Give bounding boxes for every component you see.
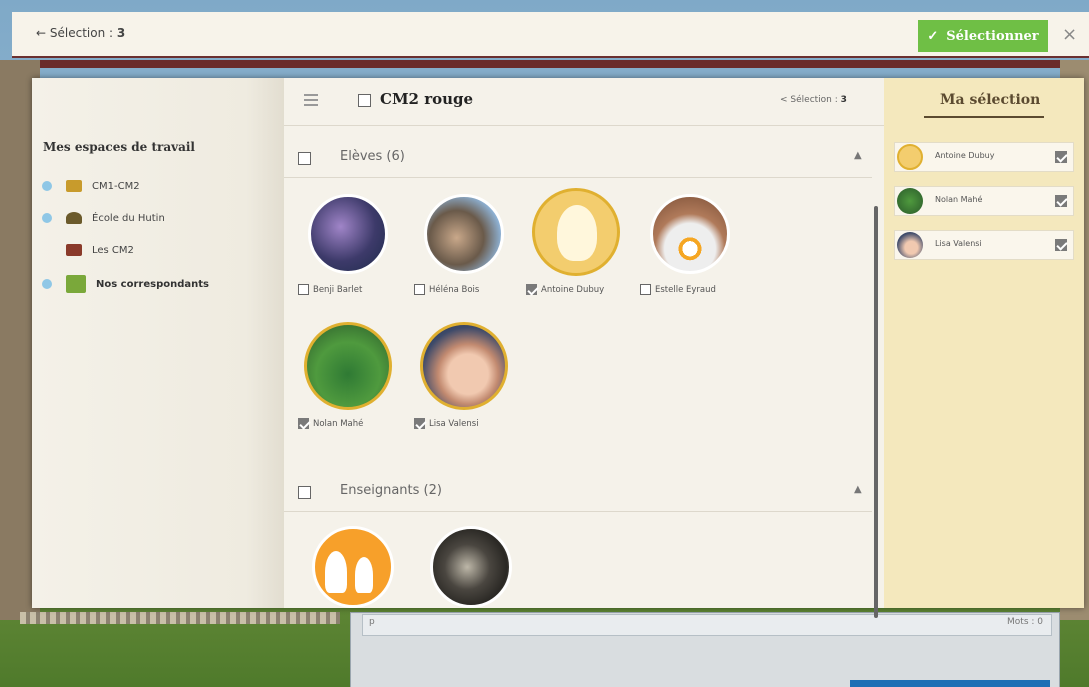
student-checkbox[interactable]	[414, 284, 425, 295]
workspaces-pane: Mes espaces de travail CM1-CM2 École du …	[32, 78, 284, 608]
student-card[interactable]: Antoine Dubuy	[526, 188, 636, 298]
student-checkbox[interactable]	[640, 284, 651, 295]
teacher-card[interactable]	[430, 526, 540, 636]
background-fence	[20, 612, 340, 624]
workspace-label: Nos correspondants	[96, 278, 209, 290]
student-checkbox[interactable]	[298, 418, 309, 429]
back-arrow-icon: ←	[36, 26, 50, 40]
background-blue-bar	[850, 680, 1050, 687]
class-select-all-checkbox[interactable]	[358, 94, 371, 107]
background-stripe	[0, 60, 1089, 68]
student-name-row: Benji Barlet	[298, 284, 362, 295]
my-selection-pane: Ma sélection Antoine Dubuy Nolan Mahé Li…	[884, 78, 1084, 608]
teacher-card[interactable]	[312, 526, 422, 636]
school-icon	[66, 212, 82, 224]
student-name-row: Héléna Bois	[414, 284, 479, 295]
menu-icon[interactable]	[304, 94, 318, 106]
avatar	[312, 526, 394, 608]
student-checkbox[interactable]	[298, 284, 309, 295]
avatar	[897, 232, 923, 258]
class-title: CM2 rouge	[380, 90, 474, 108]
workspace-label: Les CM2	[92, 244, 134, 256]
class-members-pane: CM2 rouge < Sélection : 3 Elèves (6) ▲ B…	[284, 78, 884, 608]
workspace-label: CM1-CM2	[92, 180, 140, 192]
class-icon	[66, 180, 82, 192]
back-label: Sélection :	[49, 26, 114, 40]
workspace-item-correspondants[interactable]: Nos correspondants	[42, 274, 209, 294]
student-card[interactable]: Nolan Mahé	[298, 322, 408, 432]
student-name-row: Lisa Valensi	[414, 418, 479, 429]
student-card[interactable]: Héléna Bois	[414, 194, 524, 304]
selection-count: 3	[116, 26, 126, 40]
workspace-item-les-cm2[interactable]: Les CM2	[42, 240, 134, 260]
students-section-header[interactable]: Elèves (6) ▲	[284, 138, 872, 178]
group-icon	[66, 244, 82, 256]
close-icon[interactable]: ×	[1062, 24, 1077, 45]
chevron-up-icon[interactable]: ▲	[854, 150, 862, 161]
workspace-label: École du Hutin	[92, 212, 165, 224]
workspaces-heading: Mes espaces de travail	[43, 140, 195, 154]
selection-checkbox[interactable]	[1055, 151, 1067, 163]
student-checkbox[interactable]	[414, 418, 425, 429]
avatar	[430, 526, 512, 608]
select-button[interactable]: ✓ Sélectionner	[918, 20, 1048, 52]
avatar	[424, 194, 504, 274]
avatar	[650, 194, 730, 274]
avatar	[532, 188, 620, 276]
selection-checkbox[interactable]	[1055, 195, 1067, 207]
selection-item[interactable]: Nolan Mahé	[894, 186, 1074, 216]
teachers-section-label: Enseignants (2)	[340, 483, 442, 498]
map-icon	[66, 275, 86, 293]
back-link[interactable]: ← Sélection : 3	[36, 26, 125, 40]
avatar	[308, 194, 388, 274]
class-header: CM2 rouge < Sélection : 3	[284, 78, 884, 126]
students-select-all-checkbox[interactable]	[298, 152, 311, 165]
student-card[interactable]: Benji Barlet	[298, 194, 408, 304]
select-button-label: Sélectionner	[946, 28, 1039, 44]
check-icon: ✓	[927, 28, 939, 44]
student-name-row: Nolan Mahé	[298, 418, 363, 429]
avatar	[897, 188, 923, 214]
student-name-row: Estelle Eyraud	[640, 284, 716, 295]
selection-item[interactable]: Antoine Dubuy	[894, 142, 1074, 172]
chevron-up-icon[interactable]: ▲	[854, 484, 862, 495]
avatar	[420, 322, 508, 410]
selection-item[interactable]: Lisa Valensi	[894, 230, 1074, 260]
workspace-item-ecole[interactable]: École du Hutin	[42, 208, 165, 228]
student-card[interactable]: Estelle Eyraud	[640, 194, 750, 304]
student-checkbox[interactable]	[526, 284, 537, 295]
expand-dot-icon[interactable]	[42, 181, 52, 191]
heading-underline	[924, 116, 1044, 118]
selection-modal: Mes espaces de travail CM1-CM2 École du …	[32, 78, 1084, 618]
selection-checkbox[interactable]	[1055, 239, 1067, 251]
expand-dot-icon[interactable]	[42, 279, 52, 289]
scrollbar[interactable]	[874, 206, 878, 618]
my-selection-heading: Ma sélection	[940, 92, 1041, 108]
students-section-label: Elèves (6)	[340, 149, 405, 164]
avatar	[304, 322, 392, 410]
top-bar: ← Sélection : 3 ✓ Sélectionner ×	[12, 12, 1089, 58]
class-selection-count[interactable]: < Sélection : 3	[780, 95, 847, 105]
teachers-section-header[interactable]: Enseignants (2) ▲	[284, 472, 872, 512]
expand-dot-icon[interactable]	[42, 213, 52, 223]
word-count: Mots : 0	[1007, 617, 1043, 627]
avatar	[897, 144, 923, 170]
student-card[interactable]: Lisa Valensi	[414, 322, 524, 432]
teachers-select-all-checkbox[interactable]	[298, 486, 311, 499]
workspace-item-cm1-cm2[interactable]: CM1-CM2	[42, 176, 140, 196]
student-name-row: Antoine Dubuy	[526, 284, 604, 295]
